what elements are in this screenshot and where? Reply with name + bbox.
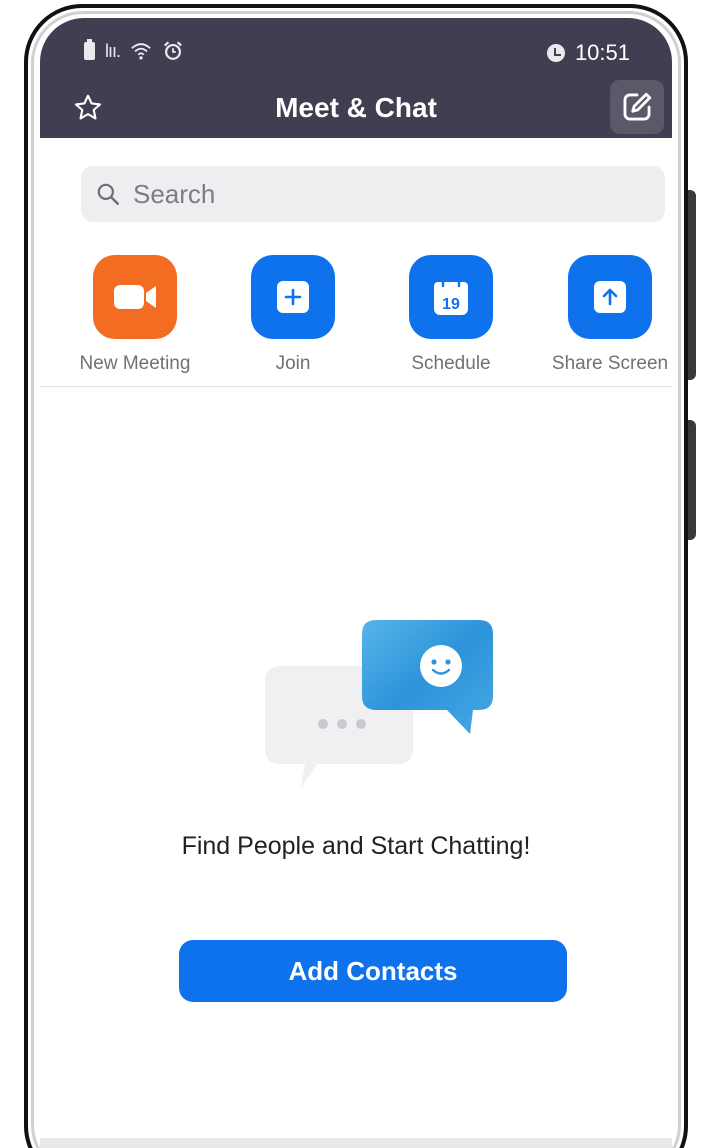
smiley-face-icon xyxy=(420,645,462,687)
new-meeting-button[interactable]: New Meeting xyxy=(55,255,215,375)
quick-actions: New Meeting Join 19 Schedule Share Scree… xyxy=(40,255,672,387)
alarm-icon xyxy=(164,41,182,60)
battery-icon xyxy=(84,39,95,60)
calendar-day: 19 xyxy=(442,296,460,313)
video-camera-icon xyxy=(114,285,156,309)
schedule-tile: 19 xyxy=(409,255,493,339)
search-icon xyxy=(97,183,119,205)
signal-icon: lıı. xyxy=(105,40,121,61)
join-label: Join xyxy=(275,353,311,374)
schedule-button[interactable]: 19 Schedule xyxy=(371,255,531,375)
add-contacts-button[interactable]: Add Contacts xyxy=(179,940,567,1002)
bottom-navigation-bar xyxy=(40,1138,672,1148)
new-meeting-label: New Meeting xyxy=(79,353,191,374)
calendar-icon: 19 xyxy=(434,277,468,315)
status-icons-right: 10:51 xyxy=(546,40,630,66)
compose-button[interactable] xyxy=(610,80,664,134)
app-screen: lıı. 10:51 Meet & Chat Search New Meetin… xyxy=(40,18,672,1148)
page-title: Meet & Chat xyxy=(275,92,437,123)
share-screen-button[interactable]: Share Screen xyxy=(530,255,684,375)
chat-bubbles-illustration xyxy=(265,620,493,788)
join-tile xyxy=(251,255,335,339)
search-bar[interactable] xyxy=(81,166,665,222)
upload-arrow-icon xyxy=(594,281,626,313)
phone-frame: lıı. 10:51 Meet & Chat Search New Meetin… xyxy=(24,4,688,1148)
search-input[interactable] xyxy=(133,178,633,210)
join-button[interactable]: Join xyxy=(213,255,373,375)
share-screen-label: Share Screen xyxy=(551,353,669,374)
app-header: lıı. 10:51 Meet & Chat xyxy=(40,18,672,138)
status-time: 10:51 xyxy=(574,40,630,65)
share-screen-tile xyxy=(568,255,652,339)
status-icons-left: lıı. xyxy=(84,39,184,62)
compose-icon xyxy=(623,92,652,121)
data-saver-icon xyxy=(546,44,565,62)
plus-icon xyxy=(277,281,309,313)
schedule-label: Schedule xyxy=(411,353,491,374)
status-bar: lıı. 10:51 xyxy=(40,38,672,68)
wifi-icon xyxy=(131,43,151,60)
new-meeting-tile xyxy=(93,255,177,339)
empty-state-message: Find People and Start Chatting! xyxy=(181,832,531,860)
